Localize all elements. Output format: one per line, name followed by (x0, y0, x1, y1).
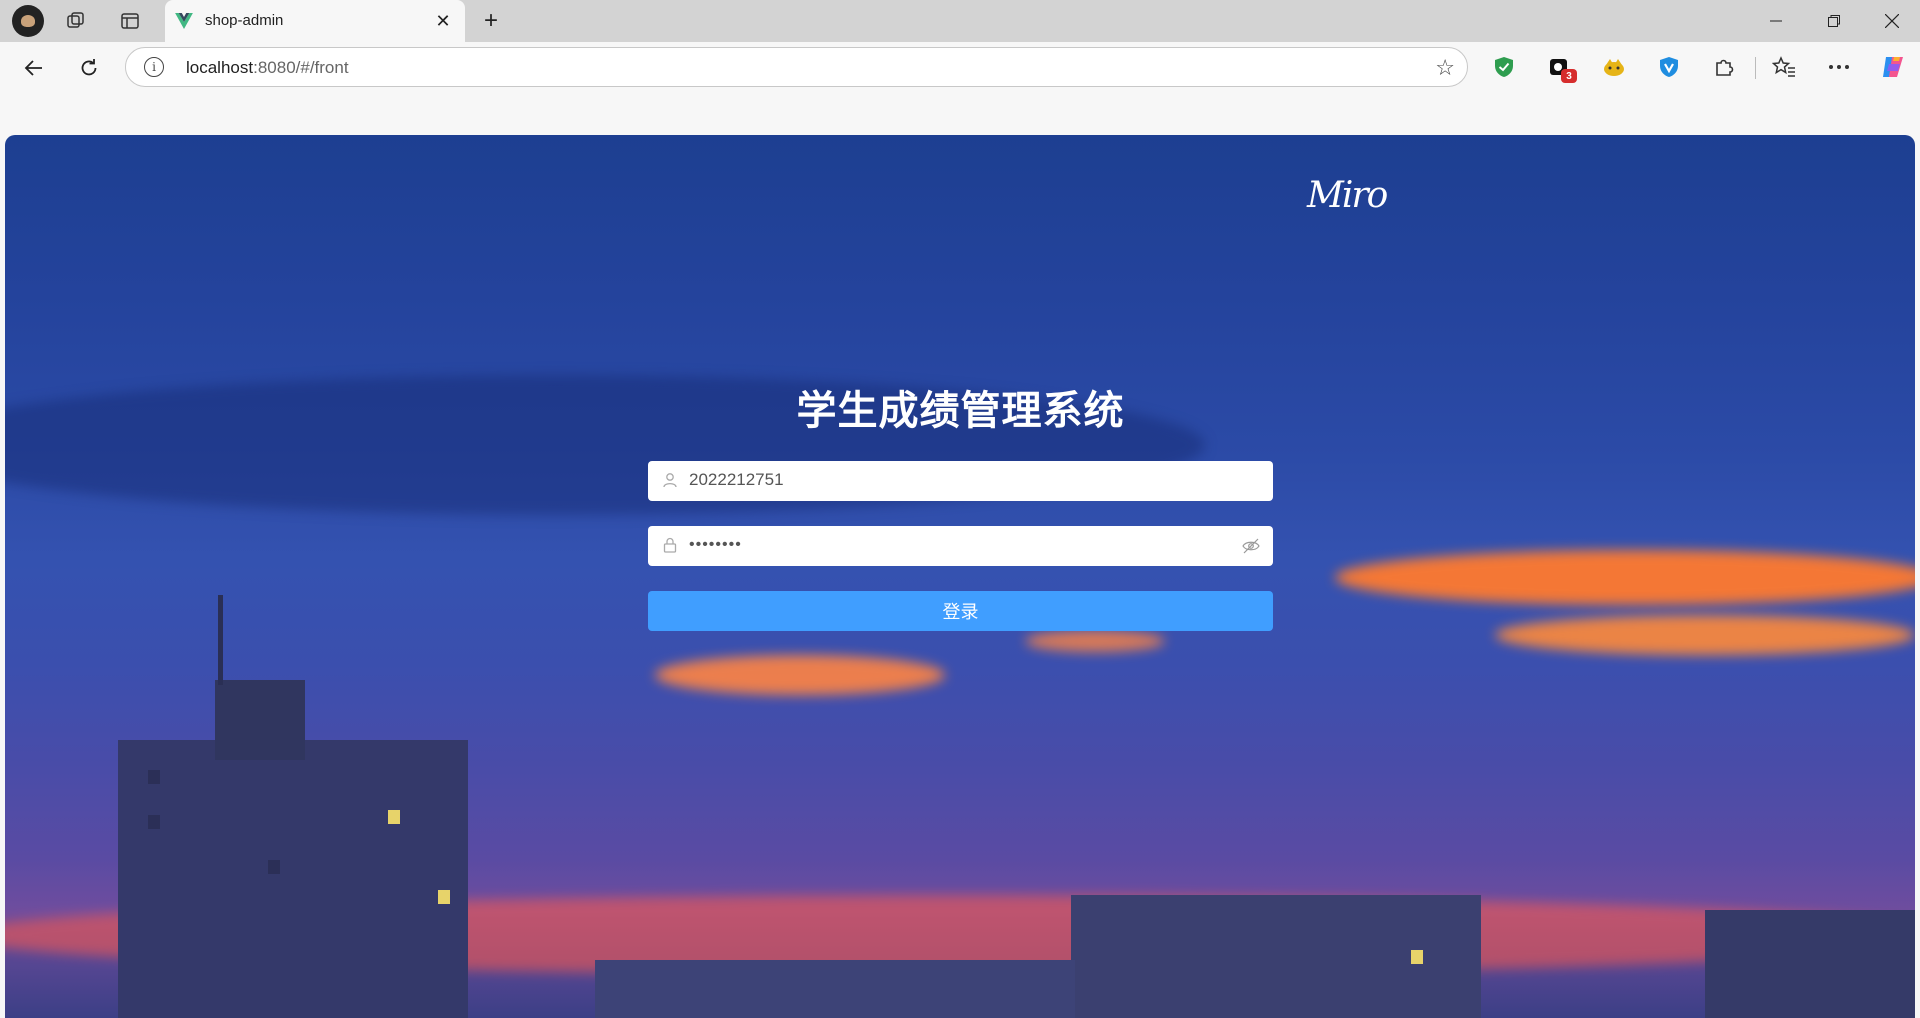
close-tab-icon[interactable]: ✕ (431, 9, 455, 33)
signature-logo: Miro (1307, 175, 1388, 216)
cloud-orange-mid (1025, 630, 1165, 652)
cloud-orange-right-2 (1495, 615, 1915, 655)
username-field[interactable]: 2022212751 (648, 461, 1273, 501)
tampermonkey-icon[interactable] (1600, 53, 1628, 81)
password-field[interactable]: •••••••• (648, 526, 1273, 566)
extension-badge-icon[interactable]: 3 (1545, 53, 1577, 83)
cloud-orange-left (655, 655, 945, 695)
building-right (1705, 910, 1915, 1018)
favorite-star-icon[interactable]: ☆ (1435, 55, 1455, 81)
new-tab-button[interactable]: + (476, 6, 506, 36)
copilot-icon[interactable] (1879, 53, 1907, 81)
close-window-icon[interactable] (1864, 0, 1920, 42)
url-text[interactable]: localhost:8080/#/front (186, 58, 349, 78)
building-antenna (218, 595, 223, 685)
minimize-icon[interactable] (1748, 0, 1804, 42)
login-page: Miro 学生成绩管理系统 2022212751 •••••••• 登录 (5, 135, 1915, 1018)
lock-icon (663, 537, 677, 553)
url-path: :8080/#/front (253, 58, 349, 77)
user-icon (663, 473, 677, 488)
building-left (118, 740, 468, 1018)
login-form: 学生成绩管理系统 2022212751 •••••••• 登录 (648, 385, 1273, 631)
browser-toolbar: i localhost:8080/#/front ☆ 3 (0, 42, 1920, 92)
tab-title: shop-admin (205, 12, 284, 29)
extensions-puzzle-icon[interactable] (1710, 53, 1738, 81)
username-value: 2022212751 (689, 470, 784, 489)
restore-icon[interactable] (1806, 0, 1862, 42)
page-title: 学生成绩管理系统 (796, 388, 1125, 434)
shield-extension-icon[interactable] (1490, 53, 1518, 81)
building-low-center (595, 960, 1075, 1018)
password-value: •••••••• (689, 536, 742, 553)
tab-bar: shop-admin ✕ + (0, 0, 1920, 42)
site-info-icon[interactable]: i (144, 57, 164, 77)
building-center (1071, 895, 1481, 1018)
building-left-tower (215, 680, 305, 760)
vue-logo-icon (175, 13, 193, 29)
reload-icon[interactable] (71, 50, 107, 86)
login-button[interactable]: 登录 (648, 591, 1273, 631)
favorites-list-icon[interactable] (1770, 53, 1798, 81)
url-host: localhost (186, 58, 254, 77)
back-arrow-icon[interactable] (16, 50, 52, 86)
cloud-orange-right (1335, 550, 1915, 605)
address-bar[interactable]: i localhost:8080/#/front ☆ (125, 47, 1468, 87)
toggle-password-visibility-icon[interactable] (1242, 538, 1260, 554)
profile-avatar[interactable] (12, 5, 44, 37)
workspaces-icon[interactable] (60, 6, 92, 36)
active-tab[interactable]: shop-admin ✕ (165, 0, 465, 42)
toolbar-divider (1755, 57, 1756, 79)
extension-badge-count: 3 (1561, 69, 1577, 83)
more-menu-icon[interactable] (1825, 53, 1853, 81)
vertical-tabs-icon[interactable] (114, 6, 146, 36)
security-shield-icon[interactable] (1655, 53, 1683, 81)
